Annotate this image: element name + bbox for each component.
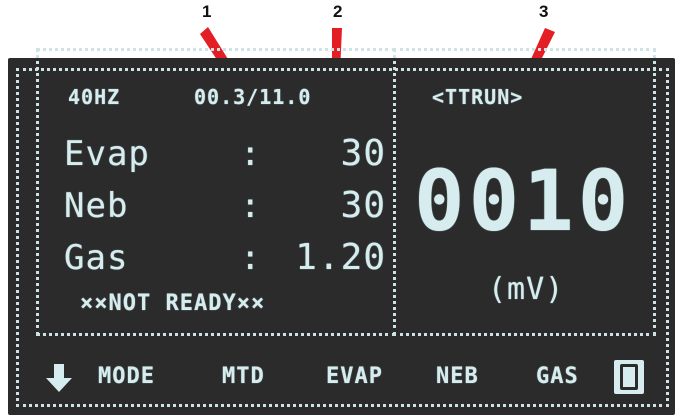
signal-reading: 0010 (414, 152, 633, 250)
lock-icon[interactable] (614, 360, 644, 394)
frequency-label: 40HZ (64, 86, 125, 108)
callout-1: 1 (202, 2, 212, 21)
softkey-neb[interactable]: NEB (436, 364, 479, 390)
callout-2: 2 (333, 2, 343, 21)
neb-separator: : (240, 186, 262, 226)
lock-icon-glyph (620, 364, 638, 390)
temperature-readout: 00.3/11.0 (190, 86, 316, 108)
callout-3: 3 (539, 2, 549, 21)
softkey-method[interactable]: MTD (222, 364, 265, 390)
mode-indicator: <TTRUN> (428, 86, 528, 108)
softkey-evap[interactable]: EVAP (326, 364, 383, 390)
evap-value: 30 (340, 133, 386, 174)
status-message: ××NOT READY×× (80, 291, 266, 316)
down-arrow-icon[interactable] (44, 362, 74, 394)
softkey-mode[interactable]: MODE (98, 364, 155, 390)
evap-separator: : (240, 134, 262, 174)
evap-label: Evap (64, 134, 150, 174)
neb-value: 30 (340, 185, 386, 226)
gas-label: Gas (64, 238, 129, 278)
softkey-gas[interactable]: GAS (536, 364, 579, 390)
reading-unit: (mV) (488, 272, 565, 307)
neb-label: Neb (64, 186, 129, 226)
gas-separator: : (240, 238, 262, 278)
gas-value: 1.20 (295, 237, 386, 278)
